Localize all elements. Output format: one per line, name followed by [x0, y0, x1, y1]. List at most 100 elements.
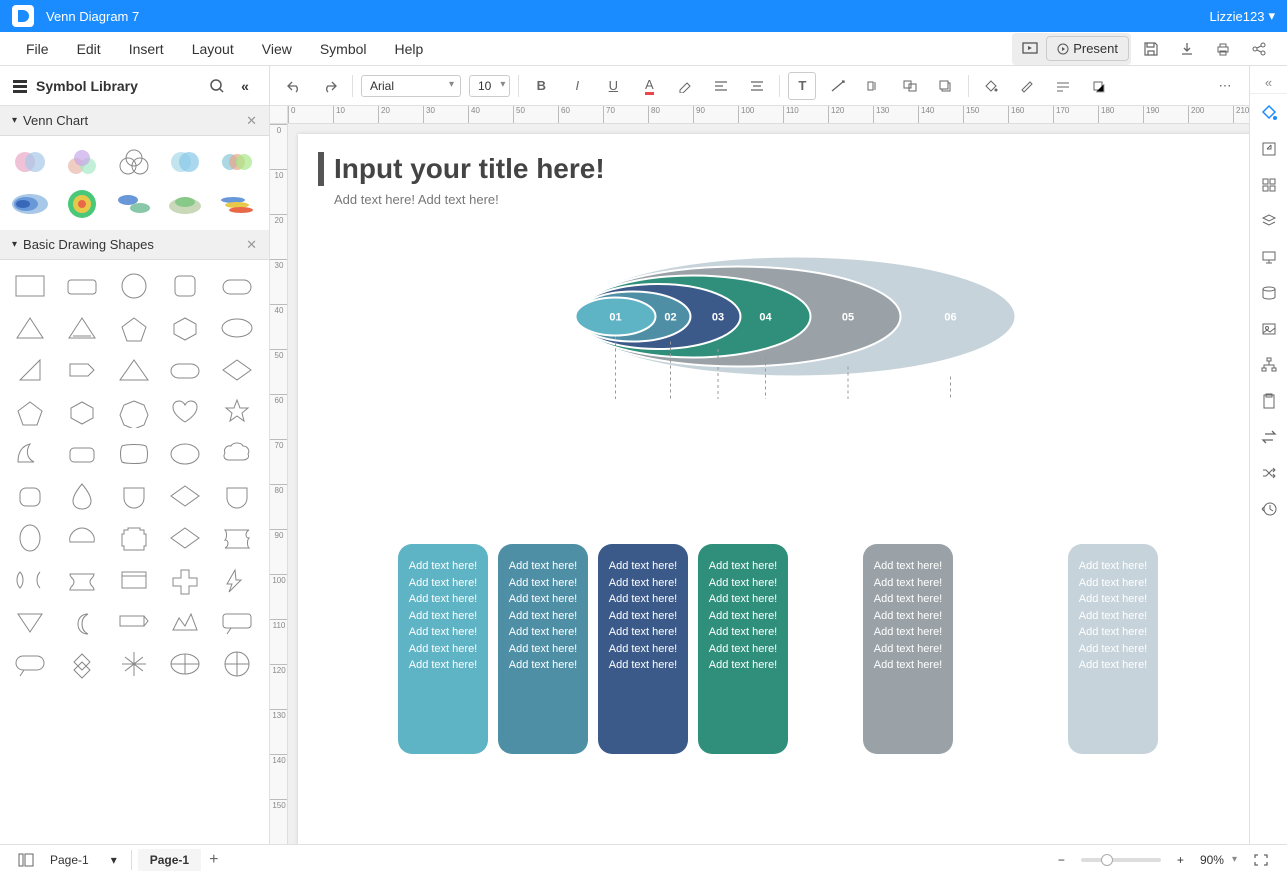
theme-icon[interactable]	[1253, 96, 1285, 130]
add-page-button[interactable]: +	[201, 847, 226, 873]
send-back-icon[interactable]	[932, 72, 960, 100]
user-menu[interactable]: Lizzie123 ▾	[1210, 8, 1275, 24]
basic-shape-1[interactable]	[8, 268, 52, 304]
align-horizontal-icon[interactable]	[707, 72, 735, 100]
basic-shape-26[interactable]	[8, 478, 52, 514]
text-box-icon[interactable]: T	[788, 72, 816, 100]
shadow-icon[interactable]	[1085, 72, 1113, 100]
zoom-out-icon[interactable]: −	[1050, 851, 1073, 869]
page-canvas[interactable]: Input your title here! Add text here! Ad…	[298, 134, 1249, 844]
clipboard-icon[interactable]	[1253, 384, 1285, 418]
page-title-text[interactable]: Input your title here!	[334, 153, 605, 185]
basic-shape-48[interactable]	[112, 646, 156, 682]
card-06[interactable]: Add text here! Add text here! Add text h…	[1068, 544, 1158, 754]
slideshow-icon[interactable]	[1014, 35, 1046, 63]
undo-icon[interactable]	[280, 72, 308, 100]
basic-shape-11[interactable]	[8, 352, 52, 388]
image-icon[interactable]	[1253, 312, 1285, 346]
venn-shape-7[interactable]	[60, 186, 104, 222]
history-icon[interactable]	[1253, 492, 1285, 526]
venn-shape-1[interactable]	[8, 144, 52, 180]
basic-shape-42[interactable]	[60, 604, 104, 640]
basic-shape-46[interactable]	[8, 646, 52, 682]
basic-shape-30[interactable]	[215, 478, 259, 514]
basic-shape-43[interactable]	[112, 604, 156, 640]
section-basic-shapes[interactable]: ▾ Basic Drawing Shapes ✕	[0, 230, 269, 260]
basic-shape-40[interactable]	[215, 562, 259, 598]
basic-shape-21[interactable]	[8, 436, 52, 472]
basic-shape-23[interactable]	[112, 436, 156, 472]
basic-shape-10[interactable]	[215, 310, 259, 346]
chevron-down-icon[interactable]: ▾	[1232, 854, 1237, 865]
redo-icon[interactable]	[316, 72, 344, 100]
card-04[interactable]: Add text here! Add text here! Add text h…	[698, 544, 788, 754]
fill-color-icon[interactable]	[977, 72, 1005, 100]
basic-shape-31[interactable]	[8, 520, 52, 556]
basic-shape-25[interactable]	[215, 436, 259, 472]
basic-shape-50[interactable]	[215, 646, 259, 682]
presentation-icon[interactable]	[1253, 240, 1285, 274]
basic-shape-17[interactable]	[60, 394, 104, 430]
menu-edit[interactable]: Edit	[63, 41, 115, 57]
outline-icon[interactable]	[10, 851, 42, 869]
highlight-icon[interactable]	[671, 72, 699, 100]
menu-symbol[interactable]: Symbol	[306, 41, 381, 57]
basic-shape-44[interactable]	[163, 604, 207, 640]
basic-shape-12[interactable]	[60, 352, 104, 388]
basic-shape-27[interactable]	[60, 478, 104, 514]
basic-shape-13[interactable]	[112, 352, 156, 388]
basic-shape-22[interactable]	[60, 436, 104, 472]
basic-shape-15[interactable]	[215, 352, 259, 388]
basic-shape-33[interactable]	[112, 520, 156, 556]
card-02[interactable]: Add text here! Add text here! Add text h…	[498, 544, 588, 754]
menu-insert[interactable]: Insert	[115, 41, 178, 57]
basic-shape-47[interactable]	[60, 646, 104, 682]
font-family-select[interactable]: Arial	[361, 75, 461, 97]
align-vertical-icon[interactable]	[743, 72, 771, 100]
group-icon[interactable]	[896, 72, 924, 100]
page-tab[interactable]: Page-1	[138, 849, 201, 871]
export-icon[interactable]	[1253, 132, 1285, 166]
basic-shape-14[interactable]	[163, 352, 207, 388]
basic-shape-3[interactable]	[112, 268, 156, 304]
connector-icon[interactable]	[824, 72, 852, 100]
basic-shape-20[interactable]	[215, 394, 259, 430]
menu-view[interactable]: View	[248, 41, 306, 57]
basic-shape-34[interactable]	[163, 520, 207, 556]
basic-shape-2[interactable]	[60, 268, 104, 304]
basic-shape-5[interactable]	[215, 268, 259, 304]
font-size-select[interactable]: 10	[469, 75, 510, 97]
menu-layout[interactable]: Layout	[178, 41, 248, 57]
basic-shape-37[interactable]	[60, 562, 104, 598]
basic-shape-32[interactable]	[60, 520, 104, 556]
shuffle-icon[interactable]	[1253, 456, 1285, 490]
font-color-icon[interactable]: A	[635, 72, 663, 100]
present-button[interactable]: Present	[1046, 36, 1129, 61]
line-style-icon[interactable]	[1049, 72, 1077, 100]
search-icon[interactable]	[209, 78, 233, 94]
card-05[interactable]: Add text here! Add text here! Add text h…	[863, 544, 953, 754]
basic-shape-8[interactable]	[112, 310, 156, 346]
download-icon[interactable]	[1171, 35, 1203, 63]
basic-shape-39[interactable]	[163, 562, 207, 598]
more-icon[interactable]: ⋯	[1211, 72, 1239, 100]
line-color-icon[interactable]	[1013, 72, 1041, 100]
section-venn-chart[interactable]: ▾ Venn Chart ✕	[0, 106, 269, 136]
orgchart-icon[interactable]	[1253, 348, 1285, 382]
basic-shape-24[interactable]	[163, 436, 207, 472]
card-01[interactable]: Add text here! Add text here! Add text h…	[398, 544, 488, 754]
italic-icon[interactable]: I	[563, 72, 591, 100]
venn-shape-4[interactable]	[163, 144, 207, 180]
close-section-icon[interactable]: ✕	[246, 237, 257, 253]
venn-shape-5[interactable]	[215, 144, 259, 180]
fullscreen-icon[interactable]	[1245, 851, 1277, 869]
basic-shape-16[interactable]	[8, 394, 52, 430]
basic-shape-28[interactable]	[112, 478, 156, 514]
underline-icon[interactable]: U	[599, 72, 627, 100]
venn-shape-10[interactable]	[215, 186, 259, 222]
menu-file[interactable]: File	[12, 41, 63, 57]
basic-shape-45[interactable]	[215, 604, 259, 640]
layers-icon[interactable]	[1253, 204, 1285, 238]
basic-shape-9[interactable]	[163, 310, 207, 346]
canvas-scroll[interactable]: Input your title here! Add text here! Ad…	[288, 124, 1249, 844]
